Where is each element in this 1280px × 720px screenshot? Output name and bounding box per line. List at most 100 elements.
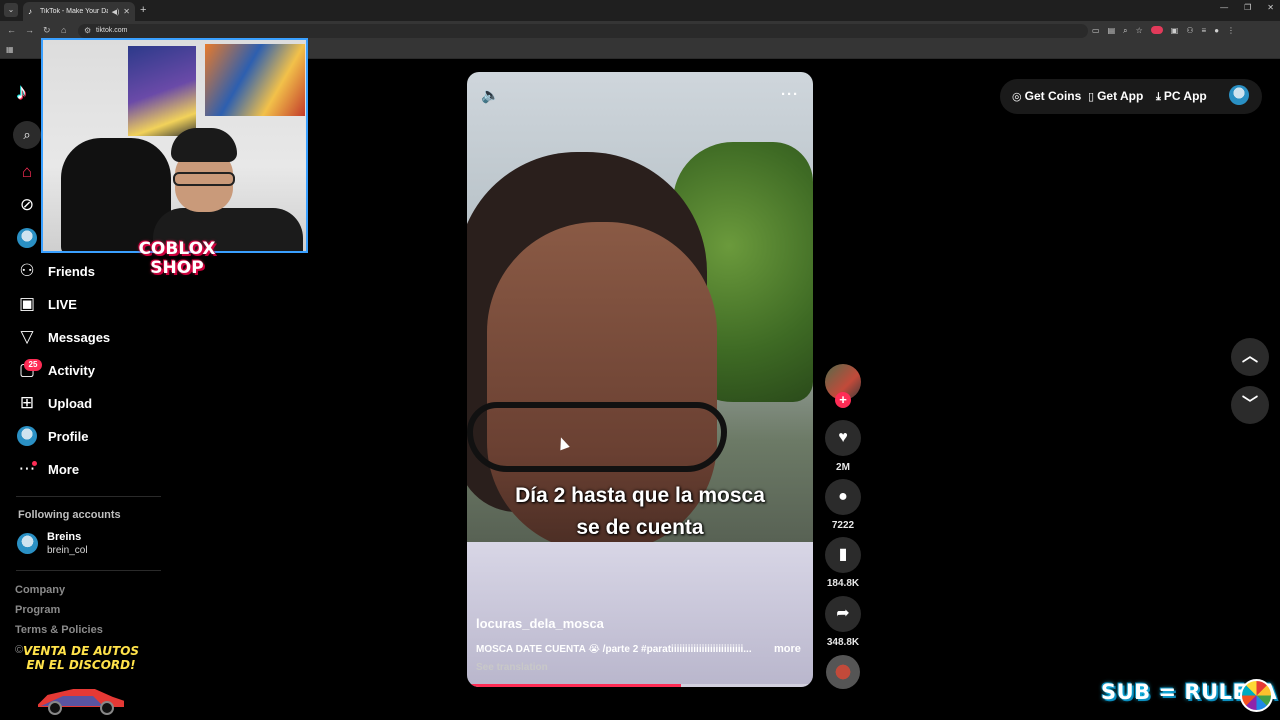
following-account-avatar[interactable] <box>17 533 38 554</box>
volume-icon[interactable]: 🔈 <box>481 86 501 106</box>
share-count: 348.8K <box>826 637 860 648</box>
caption-line: Día 2 hasta que la mosca <box>515 484 765 507</box>
tiktok-logo-icon[interactable]: ♪ <box>16 80 38 104</box>
phone-icon: ▯ <box>1088 91 1095 103</box>
following-accounts-header: Following accounts <box>18 509 121 521</box>
more-options-icon[interactable]: ··· <box>781 86 799 103</box>
coblox-shop-logo: COBLOX SHOP <box>138 239 216 278</box>
profile-avatar[interactable] <box>17 426 37 446</box>
friends-icon[interactable]: ⚇ <box>17 261 37 281</box>
streamer-webcam <box>41 38 308 253</box>
zoom-icon[interactable]: ⌕ <box>1123 26 1127 36</box>
description-more-button[interactable]: more <box>774 643 801 655</box>
user-avatar[interactable] <box>1229 85 1249 105</box>
record-extension-icon[interactable] <box>1150 26 1163 34</box>
sidebar-item-live[interactable]: LIVE <box>48 297 77 312</box>
extension-icons: ▭ ▤ ⌕ ☆ ▣ ⚇ ≡ ● ⋮ <box>1092 26 1235 36</box>
video-progress-bar[interactable] <box>471 684 809 687</box>
close-window-icon[interactable]: ✕ <box>1267 3 1274 12</box>
window-controls: — ❐ ✕ <box>1220 3 1274 12</box>
search-icon[interactable]: ⌕ <box>13 121 41 149</box>
sports-car-icon <box>36 687 126 715</box>
browser-tab-bar: ⌄ ♪ TikTok - Make Your Day ◀) ✕ + — ❐ ✕ <box>0 0 1280 21</box>
new-tab-button[interactable]: + <box>140 4 146 16</box>
comment-icon[interactable]: ● <box>825 479 861 515</box>
footer-link-terms[interactable]: Terms & Policies <box>15 624 103 636</box>
profile-browser-icon[interactable]: ● <box>1214 26 1219 36</box>
sidebar-item-more[interactable]: More <box>48 462 79 477</box>
sidebar-item-friends[interactable]: Friends <box>48 264 95 279</box>
forward-arrow-icon[interactable]: → <box>25 25 34 36</box>
see-translation-link[interactable]: See translation <box>476 662 548 673</box>
pc-app-button[interactable]: ⤓ PC App <box>1156 89 1207 104</box>
video-caption: Día 2 hasta que la mosca se de cuenta <box>467 480 813 544</box>
following-account-handle[interactable]: brein_col <box>47 545 88 556</box>
caption-line: se de cuenta <box>576 516 704 539</box>
bookmark-star-icon[interactable]: ☆ <box>1136 26 1143 36</box>
sidebar-divider <box>16 496 161 497</box>
like-count: 2M <box>836 462 850 473</box>
video-glasses <box>467 402 727 472</box>
tiktok-favicon-icon: ♪ <box>28 6 32 16</box>
like-heart-icon[interactable]: ♥ <box>825 420 861 456</box>
explore-compass-icon[interactable]: ⊘ <box>17 195 37 215</box>
tab-title: TikTok - Make Your Day <box>40 8 108 15</box>
comment-count: 7222 <box>831 520 855 531</box>
messages-icon[interactable]: ▽ <box>17 327 37 347</box>
next-video-chevron-down-icon[interactable]: ﹀ <box>1231 386 1269 424</box>
music-disc-icon[interactable] <box>826 655 860 689</box>
streamer <box>153 128 303 251</box>
upload-icon[interactable]: ⊞ <box>17 393 37 413</box>
following-avatar-icon[interactable] <box>17 228 37 248</box>
home-icon[interactable]: ⌂ <box>17 162 37 182</box>
get-coins-button[interactable]: ◎ Get Coins <box>1012 89 1081 103</box>
minimize-icon[interactable]: — <box>1220 3 1228 12</box>
extensions-icon[interactable]: ⚇ <box>1186 26 1193 36</box>
following-account-name[interactable]: Breins <box>47 531 81 543</box>
sidebar-item-activity[interactable]: Activity <box>48 363 95 378</box>
home-button-icon[interactable]: ⌂ <box>61 25 66 36</box>
tab-search-button[interactable]: ⌄ <box>4 3 18 17</box>
tab-audio-icon[interactable]: ◀) <box>112 8 120 16</box>
reload-icon[interactable]: ↻ <box>43 25 51 36</box>
tab-close-icon[interactable]: ✕ <box>123 7 130 16</box>
footer-link-program[interactable]: Program <box>15 604 60 616</box>
chrome-menu-icon[interactable]: ⋮ <box>1227 26 1235 36</box>
top-actions-bar: ◎ Get Coins ▯ Get App ⤓ PC App <box>1000 79 1262 114</box>
download-icon: ⤓ <box>1156 91 1161 103</box>
site-info-icon[interactable]: ⚙ <box>84 26 91 35</box>
share-arrow-icon[interactable]: ➦ <box>825 596 861 632</box>
sidebar-item-profile[interactable]: Profile <box>48 429 88 444</box>
live-icon[interactable]: ▣ <box>17 294 37 314</box>
coin-icon: ◎ <box>1012 91 1022 103</box>
get-app-button[interactable]: ▯ Get App <box>1088 89 1143 103</box>
roulette-wheel-icon <box>1240 679 1273 712</box>
translate-icon[interactable]: ▤ <box>1108 26 1116 36</box>
apps-grid-icon[interactable]: ▦ <box>6 45 14 54</box>
address-bar[interactable]: ⚙ tiktok.com <box>78 24 1088 38</box>
video-player[interactable]: 🔈 ··· Día 2 hasta que la mosca se de cue… <box>467 72 813 687</box>
extension-puzzle-icon[interactable]: ▣ <box>1171 26 1179 36</box>
sidebar-item-messages[interactable]: Messages <box>48 330 110 345</box>
activity-badge: 25 <box>24 359 42 371</box>
url-text: tiktok.com <box>96 27 128 34</box>
bookmark-icon[interactable]: ▮ <box>825 537 861 573</box>
sidebar-divider <box>16 570 161 571</box>
video-description: MOSCA DATE CUENTA 😭 /parte 2 #paratiiiii… <box>476 644 752 655</box>
sidebar-item-upload[interactable]: Upload <box>48 396 92 411</box>
sidebar-toggle-icon[interactable]: ≡ <box>1202 26 1207 36</box>
previous-video-chevron-up-icon[interactable]: ︿ <box>1231 338 1269 376</box>
video-progress-fill <box>471 684 681 687</box>
browser-tab[interactable]: ♪ TikTok - Make Your Day ◀) ✕ <box>23 2 135 21</box>
wall-poster <box>128 46 196 136</box>
follow-button[interactable]: + <box>835 392 851 408</box>
back-arrow-icon[interactable]: ← <box>7 25 16 36</box>
restore-icon[interactable]: ❐ <box>1244 3 1251 12</box>
venta-autos-banner: VENTA DE AUTOS EN EL DISCORD! <box>22 644 140 672</box>
wall-poster <box>205 44 305 116</box>
cast-icon[interactable]: ▭ <box>1092 26 1100 36</box>
more-notification-dot <box>32 461 37 466</box>
video-author[interactable]: locuras_dela_mosca <box>476 616 604 631</box>
save-count: 184.8K <box>826 578 860 589</box>
footer-link-company[interactable]: Company <box>15 584 65 596</box>
